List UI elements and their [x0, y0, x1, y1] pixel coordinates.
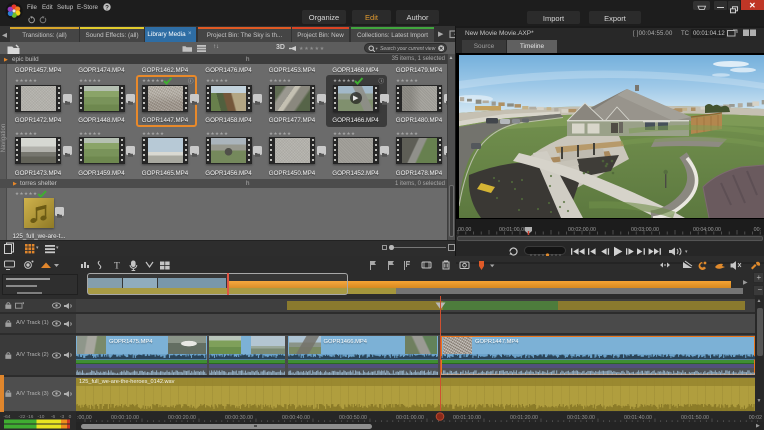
svg-text:00:01:00.00: 00:01:00.00 [499, 227, 527, 233]
svg-text:-6: -6 [51, 414, 56, 420]
svg-text:00:00:10.00: 00:00:10.00 [111, 415, 139, 421]
svg-text:★: ★ [320, 46, 325, 52]
svg-text:-22: -22 [19, 414, 26, 420]
svg-text:?: ? [105, 4, 109, 11]
svg-text:00:01:00.00: 00:01:00.00 [396, 415, 424, 421]
svg-text:★: ★ [97, 78, 102, 83]
svg-text:T: T [114, 262, 120, 272]
svg-text::00.00: :00.00 [77, 415, 92, 421]
svg-text:★: ★ [351, 131, 356, 136]
svg-text:00:01:10.00: 00:01:10.00 [453, 415, 481, 421]
svg-text:00:03:00.00: 00:03:00.00 [631, 227, 659, 233]
svg-text:00:00:40.00: 00:00:40.00 [282, 415, 310, 421]
svg-text:00:01:40.00: 00:01:40.00 [624, 415, 652, 421]
svg-text:★: ★ [287, 131, 292, 136]
svg-text:-3: -3 [60, 414, 65, 420]
svg-text:★: ★ [224, 131, 229, 136]
svg-text:00:01:30.00: 00:01:30.00 [567, 415, 595, 421]
svg-text:.00.00: .00.00 [457, 227, 472, 233]
svg-text:00:01:20.00: 00:01:20.00 [510, 415, 538, 421]
svg-text:00:02: 00:02 [749, 415, 762, 421]
svg-text:★: ★ [33, 78, 38, 83]
svg-text:★: ★ [224, 78, 229, 83]
svg-text:00:00:50.00: 00:00:50.00 [339, 415, 367, 421]
svg-text:★: ★ [160, 131, 165, 136]
svg-text:0: 0 [69, 414, 72, 420]
svg-text:-10: -10 [38, 414, 45, 420]
svg-text:-16: -16 [27, 414, 34, 420]
svg-text:00:00:20.00: 00:00:20.00 [168, 415, 196, 421]
svg-text:00:00:30.00: 00:00:30.00 [225, 415, 253, 421]
svg-text:★: ★ [97, 131, 102, 136]
svg-text:★: ★ [287, 78, 292, 83]
svg-text:-64: -64 [4, 414, 11, 420]
svg-text:★: ★ [414, 78, 419, 83]
svg-text:★: ★ [33, 131, 38, 136]
svg-text:00:01:50.00: 00:01:50.00 [681, 415, 709, 421]
svg-text:★: ★ [414, 131, 419, 136]
svg-text:00:04:00.00: 00:04:00.00 [693, 227, 721, 233]
